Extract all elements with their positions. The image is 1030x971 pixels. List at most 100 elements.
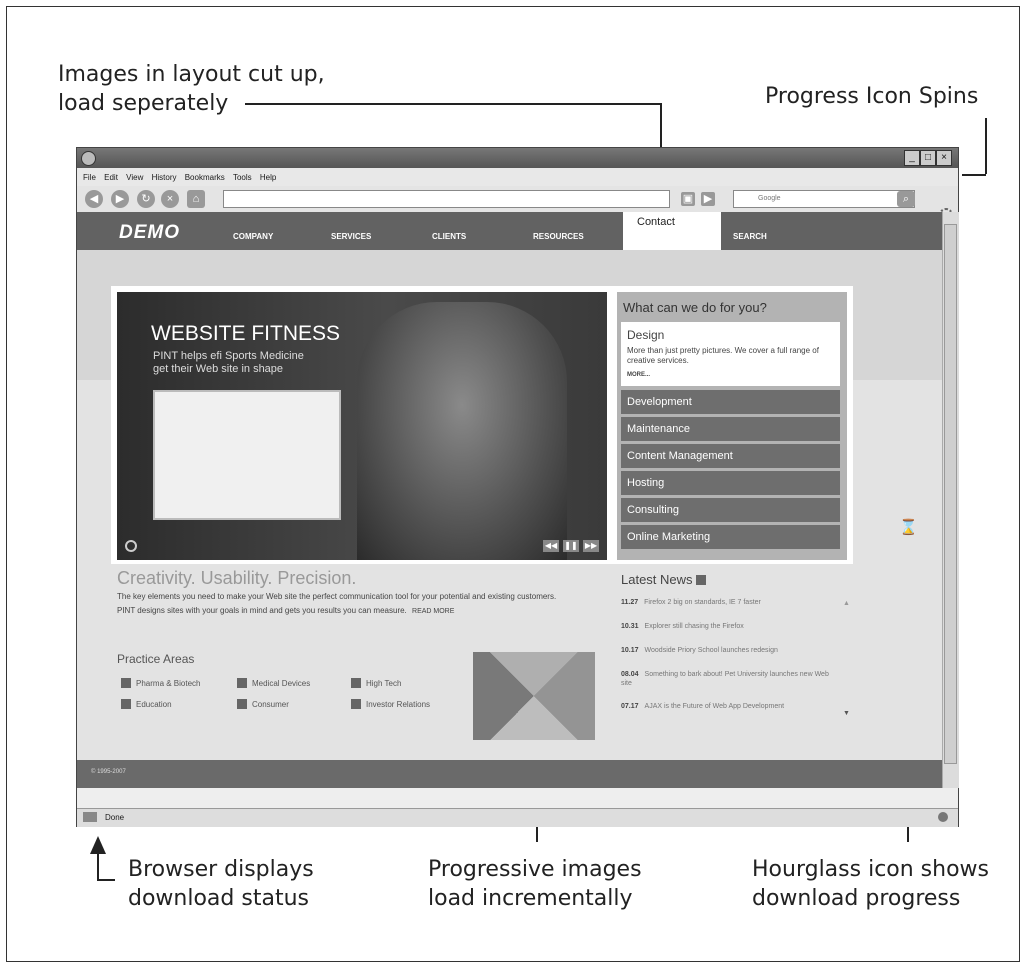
news-title: Explorer still chasing the Firefox: [644, 623, 744, 630]
rss-icon[interactable]: [696, 575, 707, 585]
leader-line: [985, 118, 987, 174]
web-page: DEMO COMPANY SERVICES CLIENTS RESOURCES …: [77, 212, 942, 788]
status-text: Done: [105, 813, 125, 822]
menu-tools[interactable]: Tools: [233, 173, 252, 182]
practice-investor[interactable]: Investor Relations: [351, 699, 430, 709]
service-hosting[interactable]: Hosting: [621, 471, 840, 495]
maximize-icon[interactable]: □: [920, 150, 936, 166]
nav-contact[interactable]: Contact: [623, 212, 721, 250]
home-icon[interactable]: ⌂: [187, 190, 205, 208]
nav-clients[interactable]: CLIENTS: [432, 232, 466, 241]
service-maintenance[interactable]: Maintenance: [621, 417, 840, 441]
menu-view[interactable]: View: [126, 173, 143, 182]
site-logo[interactable]: DEMO: [119, 222, 180, 244]
nav-company[interactable]: COMPANY: [233, 232, 273, 241]
search-placeholder: Google: [758, 195, 781, 202]
news-item[interactable]: 07.17 AJAX is the Future of Web App Devel…: [621, 702, 831, 711]
forward-icon[interactable]: ▶: [111, 190, 129, 208]
slideshow-logo-icon: [125, 540, 137, 552]
menu-bookmarks[interactable]: Bookmarks: [185, 173, 225, 182]
service-consulting[interactable]: Consulting: [621, 498, 840, 522]
search-input[interactable]: Google: [733, 190, 915, 208]
hero-screenshot-thumbnail: [153, 390, 341, 520]
practice-pharma[interactable]: Pharma & Biotech: [121, 678, 200, 688]
menu-history[interactable]: History: [152, 173, 177, 182]
nav-search[interactable]: SEARCH: [733, 232, 767, 241]
service-design[interactable]: Design More than just pretty pictures. W…: [621, 322, 840, 386]
news-title: Firefox 2 big on standards, IE 7 faster: [644, 599, 761, 606]
practice-label: Medical Devices: [252, 679, 311, 688]
go-icon[interactable]: ▶: [701, 192, 715, 206]
practice-consumer[interactable]: Consumer: [237, 699, 289, 709]
callout-line: Images in layout cut up,: [58, 62, 325, 87]
intro-text: The key elements you need to make your W…: [117, 592, 557, 615]
people-icon: [237, 699, 247, 709]
title-bar: _ □ ×: [77, 148, 958, 168]
menu-edit[interactable]: Edit: [104, 173, 118, 182]
stop-icon[interactable]: ×: [161, 190, 179, 208]
services-heading: What can we do for you?: [623, 300, 767, 315]
callout-download-status: Browser displays download status: [128, 855, 314, 913]
callout-progress-icon: Progress Icon Spins: [765, 84, 979, 109]
scrollbar-thumb[interactable]: [944, 224, 957, 764]
callout-line: download status: [128, 886, 309, 911]
service-content-management[interactable]: Content Management: [621, 444, 840, 468]
news-item[interactable]: 10.31 Explorer still chasing the Firefox: [621, 622, 831, 631]
progressive-image-loading: [473, 652, 595, 740]
search-icon[interactable]: ⌕: [897, 191, 915, 207]
copyright: © 1995-2007: [91, 769, 126, 775]
news-date: 07.17: [621, 703, 639, 710]
menu-help[interactable]: Help: [260, 173, 276, 182]
service-development[interactable]: Development: [621, 390, 840, 414]
rss-icon[interactable]: ▣: [681, 192, 695, 206]
hero-subtitle-line: get their Web site in shape: [153, 363, 284, 375]
chip-icon: [351, 678, 361, 688]
hero-athlete-image: [357, 302, 567, 560]
news-item[interactable]: 08.04 Something to bark about! Pet Univer…: [621, 670, 831, 688]
callout-line: download progress: [752, 886, 961, 911]
callout-line: Browser displays: [128, 857, 314, 882]
close-icon[interactable]: ×: [936, 150, 952, 166]
medical-cross-icon: [237, 678, 247, 688]
pharma-icon: [121, 678, 131, 688]
news-item[interactable]: 11.27 Firefox 2 big on standards, IE 7 fa…: [621, 598, 831, 607]
practice-label: Pharma & Biotech: [136, 679, 201, 688]
status-network-icon: [83, 812, 97, 822]
back-icon[interactable]: ◀: [85, 190, 103, 208]
status-security-icon: [938, 812, 948, 822]
news-title: Woodside Priory School launches redesign: [644, 647, 778, 654]
news-date: 11.27: [621, 599, 639, 606]
site-nav: DEMO COMPANY SERVICES CLIENTS RESOURCES …: [77, 212, 942, 250]
service-design-more-link[interactable]: MORE...: [627, 372, 650, 378]
services-menu: What can we do for you? Design More than…: [617, 292, 847, 560]
service-online-marketing[interactable]: Online Marketing: [621, 525, 840, 549]
callout-line: Progressive images: [428, 857, 642, 882]
address-bar[interactable]: [223, 190, 670, 208]
reload-icon[interactable]: ↻: [137, 190, 155, 208]
news-scroll-up-icon[interactable]: ▲: [843, 600, 850, 607]
news-date: 10.31: [621, 623, 639, 630]
practice-high-tech[interactable]: High Tech: [351, 678, 401, 688]
vertical-scrollbar[interactable]: [942, 212, 959, 788]
site-footer: © 1995-2007: [77, 760, 942, 788]
read-more-link[interactable]: READ MORE: [412, 608, 454, 615]
prev-slide-icon[interactable]: ◀◀: [543, 540, 559, 552]
minimize-icon[interactable]: _: [904, 150, 920, 166]
next-slide-icon[interactable]: ▶▶: [583, 540, 599, 552]
leader-line: [97, 850, 99, 880]
pause-slide-icon[interactable]: ❚❚: [563, 540, 579, 552]
hero-subtitle-line: PINT helps efi Sports Medicine: [153, 350, 304, 362]
practice-education[interactable]: Education: [121, 699, 172, 709]
status-bar: Done: [77, 808, 958, 827]
news-scroll-down-icon[interactable]: ▼: [843, 710, 850, 717]
nav-services[interactable]: SERVICES: [331, 232, 371, 241]
news-item[interactable]: 10.17 Woodside Priory School launches red…: [621, 646, 831, 655]
nav-resources[interactable]: RESOURCES: [533, 232, 584, 241]
hero-banner: WEBSITE FITNESS PINT helps efi Sports Me…: [117, 292, 607, 560]
callout-progressive-images: Progressive images load incrementally: [428, 855, 642, 913]
leader-line: [245, 103, 661, 105]
menu-file[interactable]: File: [83, 173, 96, 182]
news-heading: Latest News: [621, 572, 707, 587]
news-title: Something to bark about! Pet University …: [621, 671, 829, 687]
practice-medical[interactable]: Medical Devices: [237, 678, 310, 688]
